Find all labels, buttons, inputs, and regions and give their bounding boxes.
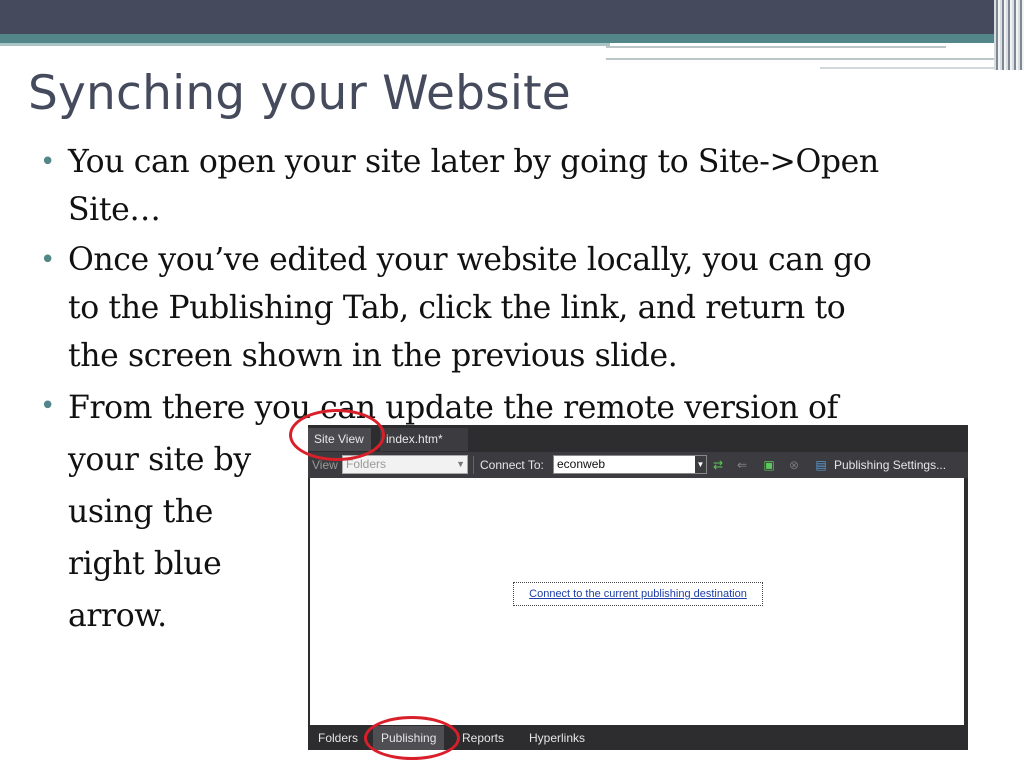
document-tab-bar: Site View index.htm*: [308, 425, 968, 451]
view-dropdown[interactable]: Folders ▼: [342, 455, 468, 474]
highlight-ring: [364, 716, 460, 760]
stop-icon[interactable]: ⊗: [786, 457, 802, 473]
bullet-line: the screen shown in the previous slide.: [68, 338, 678, 374]
chevron-down-icon[interactable]: ▼: [695, 456, 706, 473]
publishing-settings-button[interactable]: Publishing Settings...: [834, 458, 946, 472]
bullet-item: Once you’ve edited your website locally,…: [40, 236, 1000, 380]
header-stripes: [994, 0, 1024, 70]
bullet-line: Site…: [68, 192, 161, 228]
slide-title: Synching your Website: [28, 66, 571, 121]
tab-hyperlinks[interactable]: Hyperlinks: [521, 726, 593, 750]
bullet-line: Once you’ve edited your website locally,…: [68, 242, 872, 278]
app-screenshot: Site View index.htm* View Folders ▼ Conn…: [308, 425, 968, 750]
chevron-down-icon: ▼: [456, 459, 465, 469]
connect-to-label: Connect To:: [480, 458, 544, 472]
header-accent-bar: [0, 34, 1024, 43]
highlight-ring: [289, 409, 385, 461]
tab-index-htm[interactable]: index.htm*: [380, 428, 468, 451]
tab-reports[interactable]: Reports: [454, 726, 512, 750]
toolbar-divider: [473, 456, 474, 474]
publishing-content-area: Connect to the current publishing destin…: [310, 478, 964, 725]
disconnect-icon[interactable]: ⇐: [734, 457, 750, 473]
header-rule: [0, 43, 610, 46]
bullet-line: You can open your site later by going to…: [68, 144, 879, 180]
publish-icon[interactable]: ▣: [761, 457, 777, 473]
connect-icon[interactable]: ⇄: [710, 457, 726, 473]
publishing-settings-icon[interactable]: ▤: [813, 457, 829, 473]
header-bar: [0, 0, 1024, 34]
connect-destination-link[interactable]: Connect to the current publishing destin…: [513, 582, 763, 606]
header-rule: [820, 67, 996, 69]
connect-to-value: econweb: [557, 457, 606, 471]
site-toolbar: View Folders ▼ Connect To: econweb ▼ ⇄ ⇐…: [308, 452, 968, 478]
tab-folders[interactable]: Folders: [310, 726, 366, 750]
bullet-item: You can open your site later by going to…: [40, 138, 1000, 234]
connect-to-dropdown[interactable]: econweb ▼: [553, 455, 707, 474]
bullet-line: to the Publishing Tab, click the link, a…: [68, 290, 846, 326]
header-rule: [606, 58, 996, 60]
header-rule: [606, 46, 946, 48]
